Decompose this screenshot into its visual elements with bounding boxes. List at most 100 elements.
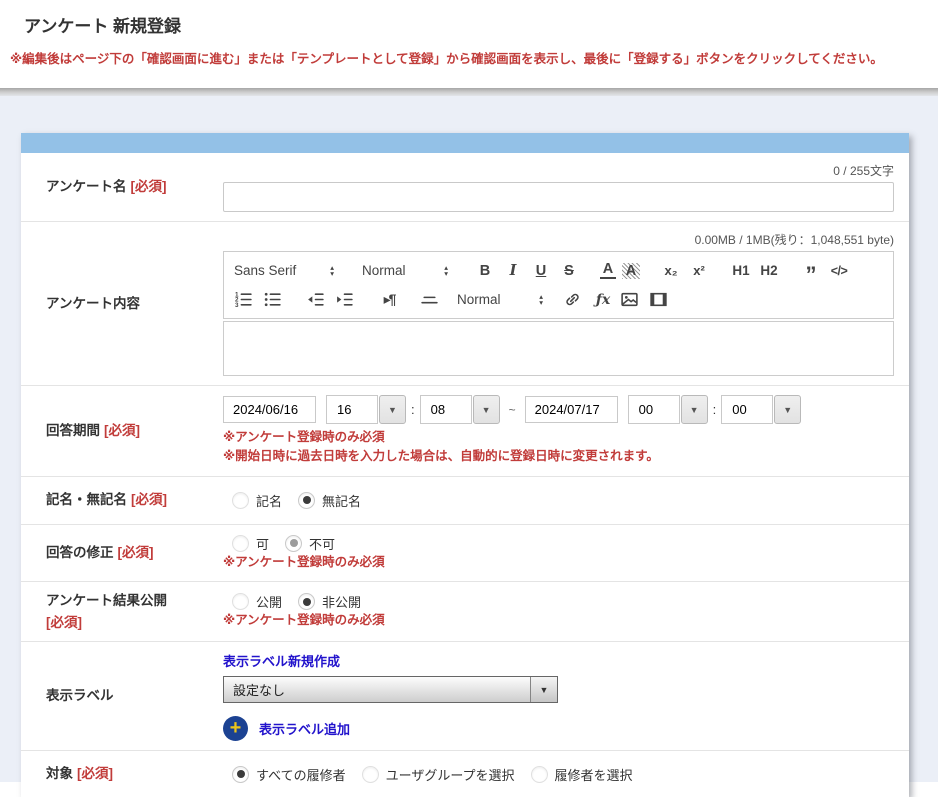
- radio-select-students[interactable]: 履修者を選択: [531, 765, 633, 784]
- plus-icon[interactable]: +: [223, 716, 248, 741]
- target-radio-group: すべての履修者 ユーザグループを選択 履修者を選択: [223, 765, 894, 784]
- formula-icon[interactable]: ƒx: [592, 292, 614, 308]
- anonymity-label: 記名・無記名[必須]: [21, 489, 223, 511]
- radio-private[interactable]: 非公開: [298, 592, 361, 611]
- display-label-select[interactable]: 設定なし ▼: [223, 676, 558, 703]
- result-publish-note: ※アンケート登録時のみ必須: [223, 611, 894, 630]
- start-hour-spinner: ▼: [326, 395, 406, 424]
- font-picker[interactable]: Sans Serif ▴▾: [234, 263, 334, 278]
- end-hour-input[interactable]: [628, 395, 680, 424]
- answer-period-label: 回答期間[必須]: [21, 420, 223, 442]
- radio-allow[interactable]: 可: [232, 534, 269, 553]
- radio-circle: [531, 766, 548, 783]
- spinner-down-button[interactable]: ▼: [681, 395, 708, 424]
- italic-icon[interactable]: I: [502, 262, 524, 279]
- radio-public[interactable]: 公開: [232, 592, 282, 611]
- radio-label: 記名: [256, 491, 282, 510]
- radio-anonymous[interactable]: 無記名: [298, 491, 361, 510]
- align-picker[interactable]: Normal▴▾: [457, 292, 543, 307]
- answer-period-field: ▼ : ▼ ~ ▼ : ▼: [223, 386, 909, 476]
- subscript-icon[interactable]: x₂: [660, 263, 682, 278]
- indent-icon[interactable]: [335, 290, 355, 310]
- radio-label: 不可: [309, 534, 335, 553]
- label-text: 表示ラベル: [46, 688, 114, 703]
- label-text: アンケート結果公開: [46, 593, 167, 608]
- required-badge: [必須]: [46, 612, 223, 634]
- required-badge: [必須]: [118, 545, 154, 560]
- required-badge: [必須]: [104, 423, 140, 438]
- modification-radio-group: 可 不可: [223, 534, 894, 553]
- select-dropdown-button[interactable]: ▼: [530, 677, 557, 702]
- radio-user-group[interactable]: ユーザグループを選択: [362, 765, 515, 784]
- row-answer-period: 回答期間[必須] ▼ : ▼ ~: [21, 386, 909, 477]
- text-direction-icon[interactable]: ▸¶: [378, 291, 400, 308]
- result-publish-label: アンケート結果公開 [必須]: [21, 590, 223, 633]
- image-icon[interactable]: [620, 290, 640, 310]
- survey-name-input[interactable]: [223, 182, 894, 212]
- end-date-input[interactable]: [525, 396, 618, 423]
- label-text: 回答の修正: [46, 545, 114, 560]
- spinner-down-button[interactable]: ▼: [473, 395, 500, 424]
- start-minute-spinner: ▼: [420, 395, 500, 424]
- background-color-icon[interactable]: A: [622, 263, 640, 279]
- align-icon[interactable]: [420, 290, 440, 310]
- label-text: アンケート名: [46, 179, 126, 194]
- text-color-icon[interactable]: A: [600, 262, 616, 279]
- add-display-label-row: + 表示ラベル追加: [223, 716, 894, 741]
- radio-label: ユーザグループを選択: [386, 765, 515, 784]
- display-label-label: 表示ラベル: [21, 685, 223, 707]
- editor-toolbar-row-1: Sans Serif▴▾ Normal▴▾ B I U S A A x₂ x² …: [234, 260, 883, 281]
- radio-circle: [232, 535, 249, 552]
- code-block-icon[interactable]: </>: [828, 264, 850, 278]
- row-survey-content: アンケート内容 0.00MB / 1MB(残り：1,048,551 byte) …: [21, 222, 909, 386]
- create-display-label-link[interactable]: 表示ラベル新規作成: [223, 651, 340, 670]
- blockquote-icon[interactable]: ”: [800, 271, 822, 279]
- modification-note: ※アンケート登録時のみ必須: [223, 553, 894, 572]
- bullet-list-icon[interactable]: [263, 290, 283, 310]
- font-picker-value: Sans Serif: [234, 263, 296, 278]
- survey-content-field: 0.00MB / 1MB(残り：1,048,551 byte) Sans Ser…: [223, 222, 909, 385]
- link-icon[interactable]: [563, 290, 583, 310]
- row-survey-name: アンケート名[必須] 0 / 255文字: [21, 153, 909, 222]
- start-hour-input[interactable]: [326, 395, 378, 424]
- editor-content-area[interactable]: [223, 321, 894, 376]
- form-header-accent-bar: [21, 133, 909, 153]
- updown-icon: ▴▾: [330, 265, 334, 276]
- page-title: アンケート 新規登録: [24, 12, 928, 37]
- radio-circle: [232, 766, 249, 783]
- anonymity-field: 記名 無記名: [223, 482, 909, 519]
- period-note-2: ※開始日時に過去日時を入力した場合は、自動的に登録日時に変更されます。: [223, 447, 894, 466]
- ordered-list-icon[interactable]: 123: [234, 290, 254, 310]
- updown-icon: ▴▾: [539, 294, 543, 305]
- video-icon[interactable]: [649, 290, 669, 310]
- page-body: アンケート名[必須] 0 / 255文字 アンケート内容 0.00MB / 1M…: [0, 96, 938, 782]
- time-separator: :: [713, 402, 717, 417]
- header-2-icon[interactable]: H2: [758, 263, 780, 278]
- radio-deny[interactable]: 不可: [285, 534, 335, 553]
- strikethrough-icon[interactable]: S: [558, 263, 580, 279]
- row-modification: 回答の修正 [必須] 可 不可 ※アンケート登録時のみ必須: [21, 525, 909, 582]
- radio-circle: [232, 492, 249, 509]
- end-minute-input[interactable]: [721, 395, 773, 424]
- start-minute-input[interactable]: [420, 395, 472, 424]
- size-picker[interactable]: Normal▴▾: [362, 263, 448, 278]
- header-1-icon[interactable]: H1: [730, 263, 752, 278]
- display-label-select-value: 設定なし: [224, 677, 530, 702]
- radio-signed[interactable]: 記名: [232, 491, 282, 510]
- spinner-down-button[interactable]: ▼: [774, 395, 801, 424]
- start-date-input[interactable]: [223, 396, 316, 423]
- label-text: アンケート内容: [46, 296, 140, 311]
- target-field: すべての履修者 ユーザグループを選択 履修者を選択: [223, 756, 909, 793]
- end-minute-spinner: ▼: [721, 395, 801, 424]
- underline-icon[interactable]: U: [530, 263, 552, 279]
- bold-icon[interactable]: B: [474, 263, 496, 279]
- outdent-icon[interactable]: [306, 290, 326, 310]
- radio-all-students[interactable]: すべての履修者: [232, 765, 346, 784]
- survey-content-label: アンケート内容: [21, 293, 223, 315]
- add-display-label-link[interactable]: 表示ラベル追加: [259, 719, 350, 738]
- spinner-down-button[interactable]: ▼: [379, 395, 406, 424]
- superscript-icon[interactable]: x²: [688, 263, 710, 278]
- required-badge: [必須]: [77, 766, 113, 781]
- radio-circle: [298, 593, 315, 610]
- period-note-1: ※アンケート登録時のみ必須: [223, 428, 894, 447]
